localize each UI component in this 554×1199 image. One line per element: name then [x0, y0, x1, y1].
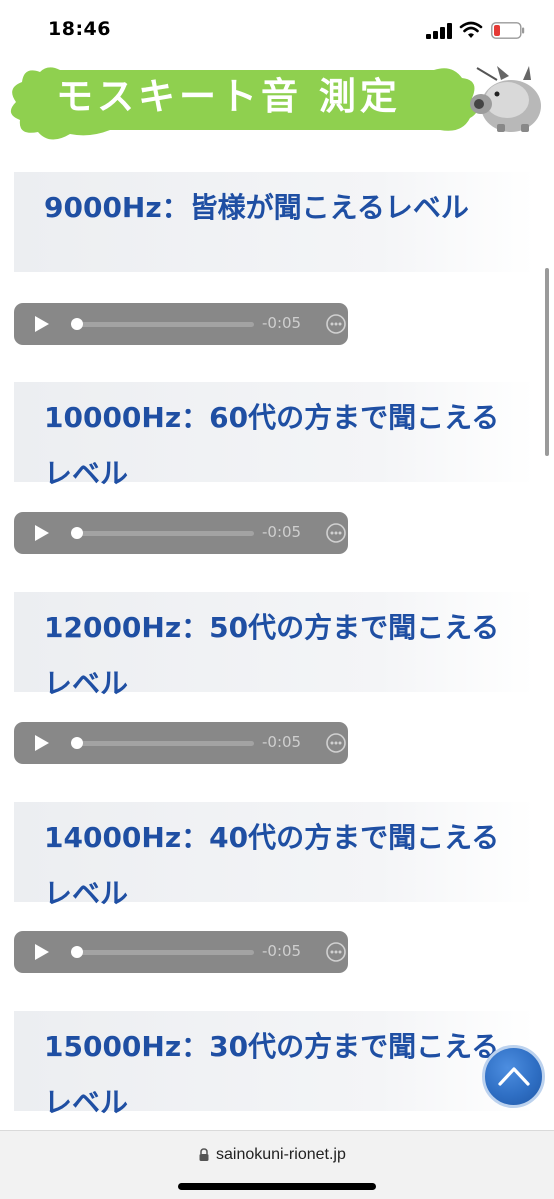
section-heading-text: 12000Hz：50代の方まで聞こえるレベル — [44, 611, 500, 700]
play-icon[interactable] — [34, 524, 50, 542]
more-icon[interactable] — [326, 314, 346, 334]
audio-player-10000hz[interactable]: -0:05 — [14, 512, 348, 554]
page-scrollbar[interactable] — [545, 268, 549, 456]
play-icon[interactable] — [34, 734, 50, 752]
home-indicator[interactable] — [178, 1183, 376, 1190]
page-title: モスキート音 測定 — [56, 75, 401, 118]
page-banner: モスキート音 測定 — [0, 58, 554, 168]
section-heading-text: 10000Hz：60代の方まで聞こえるレベル — [44, 401, 500, 490]
chevron-up-icon — [498, 1067, 530, 1086]
section-heading-14000hz: 14000Hz：40代の方まで聞こえるレベル — [14, 802, 535, 910]
section-heading-text: 15000Hz：30代の方まで聞こえるレベル — [44, 1030, 500, 1119]
audio-player-12000hz[interactable]: -0:05 — [14, 722, 348, 764]
section-heading-9000hz: 9000Hz：皆様が聞こえるレベル — [14, 172, 535, 272]
section-heading-10000hz: 10000Hz：60代の方まで聞こえるレベル — [14, 382, 535, 490]
audio-progress-track[interactable] — [74, 531, 254, 536]
lock-icon — [199, 1148, 209, 1161]
audio-progress-track[interactable] — [74, 322, 254, 327]
audio-player-14000hz[interactable]: -0:05 — [14, 931, 348, 973]
browser-url-bar[interactable]: sainokuni-rionet.jp — [0, 1130, 554, 1199]
audio-time-remaining: -0:05 — [262, 523, 302, 541]
status-time: 18:46 — [48, 18, 111, 40]
play-icon[interactable] — [34, 943, 50, 961]
audio-time-remaining: -0:05 — [262, 942, 302, 960]
play-icon[interactable] — [34, 315, 50, 333]
audio-progress-track[interactable] — [74, 741, 254, 746]
audio-scrub-knob[interactable] — [71, 737, 83, 749]
back-to-top-button[interactable] — [482, 1045, 545, 1108]
audio-scrub-knob[interactable] — [71, 527, 83, 539]
audio-progress-track[interactable] — [74, 950, 254, 955]
section-heading-text: 14000Hz：40代の方まで聞こえるレベル — [44, 821, 500, 910]
audio-player-9000hz[interactable]: -0:05 — [14, 303, 348, 345]
section-heading-text: 9000Hz：皆様が聞こえるレベル — [44, 191, 469, 224]
audio-scrub-knob[interactable] — [71, 318, 83, 330]
url-text[interactable]: sainokuni-rionet.jp — [216, 1146, 346, 1164]
section-heading-12000hz: 12000Hz：50代の方まで聞こえるレベル — [14, 592, 535, 700]
piggy-mascot-icon — [470, 66, 541, 132]
battery-icon — [491, 22, 525, 39]
more-icon[interactable] — [326, 942, 346, 962]
audio-scrub-knob[interactable] — [71, 946, 83, 958]
status-bar: 18:46 — [0, 0, 554, 58]
signal-icon — [426, 23, 453, 39]
section-heading-15000hz: 15000Hz：30代の方まで聞こえるレベル — [14, 1011, 535, 1119]
more-icon[interactable] — [326, 523, 346, 543]
wifi-icon — [459, 21, 483, 38]
audio-time-remaining: -0:05 — [262, 314, 302, 332]
audio-time-remaining: -0:05 — [262, 733, 302, 751]
more-icon[interactable] — [326, 733, 346, 753]
